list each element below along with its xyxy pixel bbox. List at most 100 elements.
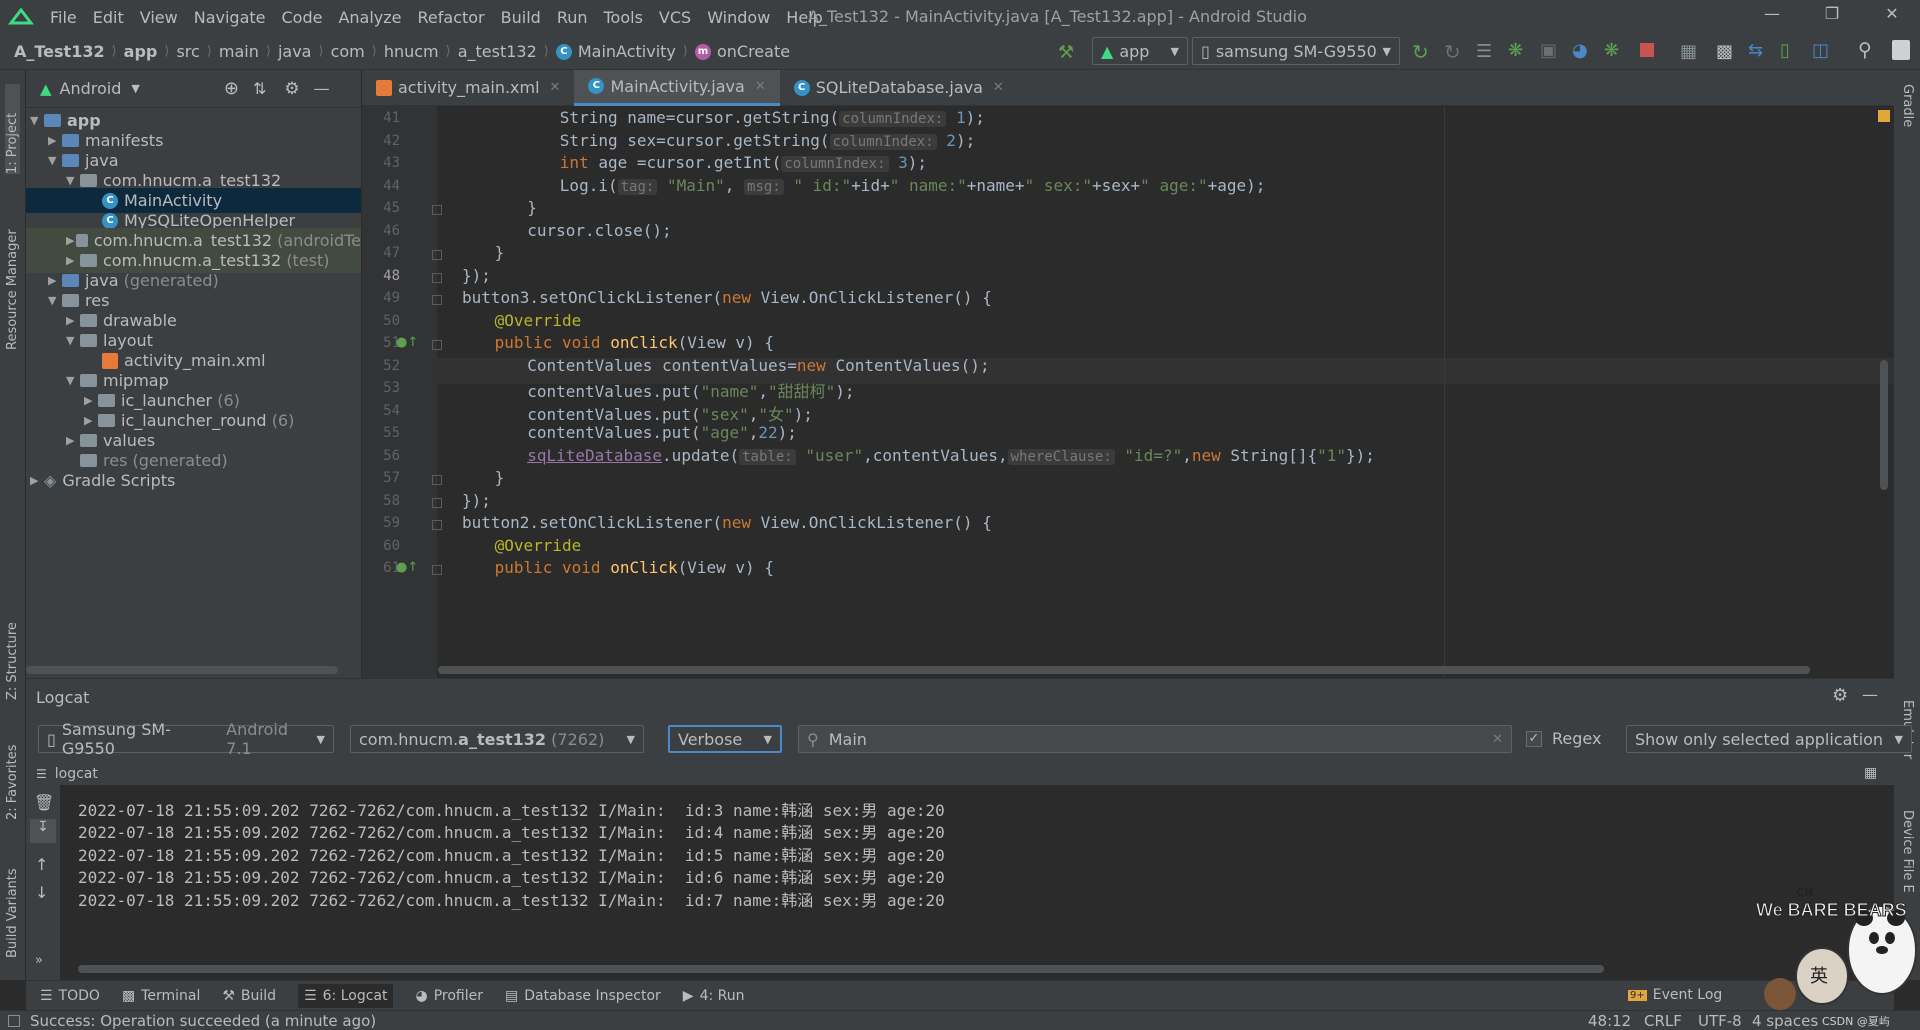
menu-run[interactable]: Run xyxy=(557,8,588,27)
close-tab-icon[interactable]: ✕ xyxy=(755,79,766,94)
code-line[interactable]: public void onClick(View v) { xyxy=(495,333,774,352)
bottom-tab-run[interactable]: ▶ 4: Run xyxy=(683,988,745,1004)
sync-gradle-icon[interactable]: ⇆ xyxy=(1748,40,1763,61)
up-arrow-icon[interactable]: ↑ xyxy=(35,855,48,874)
menu-window[interactable]: Window xyxy=(707,8,770,27)
layout-icon[interactable]: ▦ xyxy=(1864,765,1877,781)
device-select[interactable]: ▯ samsung SM-G9550 ▼ xyxy=(1192,37,1400,65)
menu-vcs[interactable]: VCS xyxy=(659,8,691,27)
regex-checkbox[interactable]: ✓ xyxy=(1526,731,1542,747)
code-line[interactable]: button3.setOnClickListener(new View.OnCl… xyxy=(462,288,992,307)
code-line[interactable]: contentValues.put("sex","女"); xyxy=(527,401,813,425)
file-encoding[interactable]: UTF-8 xyxy=(1698,1012,1742,1030)
code-line[interactable]: Log.i(tag: "Main", msg: " id:"+id+" name… xyxy=(560,176,1265,195)
gear-icon[interactable]: ⚙ xyxy=(1832,685,1848,706)
code-line[interactable]: @Override xyxy=(495,311,582,330)
menu-file[interactable]: File xyxy=(50,8,77,27)
bottom-tab-build[interactable]: ⚒ Build xyxy=(222,988,276,1004)
code-line[interactable]: } xyxy=(527,198,537,217)
clear-search-icon[interactable]: ✕ xyxy=(1492,732,1503,747)
logcat-search-field[interactable]: ⚲ Main ✕ xyxy=(798,725,1512,753)
close-window-button[interactable]: ✕ xyxy=(1872,4,1912,30)
avd-manager-icon[interactable]: ▩ xyxy=(1716,41,1733,62)
breadcrumb-src[interactable]: src xyxy=(176,42,199,61)
logcat-level-select[interactable]: Verbose ▼ xyxy=(668,725,782,753)
stop-icon[interactable] xyxy=(1640,43,1654,57)
sdk-manager-icon[interactable]: ◫ xyxy=(1812,40,1829,61)
hammer-build-icon[interactable]: ⚒ xyxy=(1058,42,1074,63)
logcat-stack-icon[interactable]: ☰ xyxy=(1476,41,1492,62)
tab-mainactivity-java[interactable]: C MainActivity.java ✕ xyxy=(574,69,780,106)
log-line[interactable]: 2022-07-18 21:55:09.202 7262-7262/com.hn… xyxy=(78,887,945,911)
breadcrumb-a-test132[interactable]: a_test132 xyxy=(458,42,537,61)
attach-process-icon[interactable]: ❋ xyxy=(1604,40,1619,61)
tool-tab-build-variants[interactable]: Build Variants xyxy=(5,848,20,958)
code-line[interactable]: cursor.close(); xyxy=(527,221,672,240)
breadcrumb-mainactivity[interactable]: MainActivity xyxy=(578,42,676,61)
log-line[interactable]: 2022-07-18 21:55:09.202 7262-7262/com.hn… xyxy=(78,864,945,888)
breadcrumb-java[interactable]: java xyxy=(278,42,312,61)
menu-build[interactable]: Build xyxy=(501,8,541,27)
bottom-tab-terminal[interactable]: ▩ Terminal xyxy=(122,988,200,1004)
code-line[interactable]: sqLiteDatabase.update(table: "user",cont… xyxy=(527,446,1375,465)
bottom-tab-database-inspector[interactable]: ▤ Database Inspector xyxy=(505,988,661,1004)
minimize-button[interactable]: — xyxy=(1752,4,1792,30)
menu-analyze[interactable]: Analyze xyxy=(338,8,401,27)
down-arrow-icon[interactable]: ↓ xyxy=(35,883,48,902)
menu-code[interactable]: Code xyxy=(282,8,323,27)
log-line[interactable]: 2022-07-18 21:55:09.202 7262-7262/com.hn… xyxy=(78,842,945,866)
code-line[interactable]: contentValues.put("name","甜甜柯"); xyxy=(527,378,854,402)
close-tab-icon[interactable]: ✕ xyxy=(993,80,1004,95)
code-line[interactable]: @Override xyxy=(495,536,582,555)
menu-navigate[interactable]: Navigate xyxy=(194,8,266,27)
code-editor[interactable]: activity_main.xml ✕ C MainActivity.java ✕ C… xyxy=(362,69,1894,678)
project-structure-icon[interactable]: ▦ xyxy=(1680,41,1697,62)
menu-tools[interactable]: Tools xyxy=(604,8,643,27)
code-line[interactable]: ContentValues contentValues=new ContentV… xyxy=(527,356,989,375)
logcat-process-select[interactable]: com.hnucm. a_test132 (7262) ▼ xyxy=(350,725,644,753)
tab-sqlitedatabase-java[interactable]: C SQLiteDatabase.java ✕ xyxy=(780,70,1018,106)
tree-item-gradle-scripts[interactable]: ▶ ◈ Gradle Scripts xyxy=(30,468,175,493)
indent-setting[interactable]: 4 spaces xyxy=(1752,1012,1818,1030)
hide-panel-icon[interactable]: — xyxy=(1862,685,1878,704)
device-manager-icon[interactable]: ▯ xyxy=(1780,40,1790,61)
bottom-tab-logcat[interactable]: ☰ 6: Logcat xyxy=(298,983,394,1008)
code-line[interactable]: String name=cursor.getString(columnIndex… xyxy=(560,108,985,127)
editor-hscrollbar[interactable] xyxy=(438,666,1810,674)
search-icon[interactable]: ⚲ xyxy=(1858,39,1872,61)
logcat-subtab[interactable]: logcat xyxy=(55,766,98,782)
project-scrollbar[interactable] xyxy=(26,666,338,674)
code-line[interactable]: } xyxy=(495,243,505,262)
menu-refactor[interactable]: Refactor xyxy=(418,8,485,27)
tool-tab-structure[interactable]: Z: Structure xyxy=(5,600,20,700)
code-line[interactable]: contentValues.put("age",22); xyxy=(527,423,797,442)
breadcrumb-project[interactable]: A_Test132 xyxy=(14,42,105,61)
breadcrumb-app[interactable]: app xyxy=(124,42,158,61)
attach-debugger-icon[interactable]: ▣ xyxy=(1540,40,1557,61)
gear-icon[interactable]: ⚙ xyxy=(284,79,299,99)
code-line[interactable]: public void onClick(View v) { xyxy=(495,558,774,577)
editor-vscrollbar[interactable] xyxy=(1880,360,1888,490)
user-icon[interactable] xyxy=(1892,40,1910,60)
logcat-filter-select[interactable]: Show only selected application ▼ xyxy=(1626,725,1912,753)
menu-edit[interactable]: Edit xyxy=(93,8,124,27)
bottom-tab-profiler[interactable]: ◕ Profiler xyxy=(415,988,483,1004)
restore-button[interactable]: ❐ xyxy=(1812,4,1852,30)
run-config-select[interactable]: ▲ app ▼ xyxy=(1092,37,1188,65)
code-line[interactable]: }); xyxy=(462,266,491,285)
tool-tab-favorites[interactable]: 2: Favorites xyxy=(5,720,20,820)
line-separator[interactable]: CRLF xyxy=(1644,1012,1682,1030)
scroll-to-end-icon[interactable]: ↧ xyxy=(30,819,56,843)
log-line[interactable]: 2022-07-18 21:55:09.202 7262-7262/com.hn… xyxy=(78,819,945,843)
hide-panel-icon[interactable]: — xyxy=(314,79,330,98)
code-line[interactable]: button2.setOnClickListener(new View.OnCl… xyxy=(462,513,992,532)
breadcrumb-oncreate[interactable]: onCreate xyxy=(717,42,790,61)
apply-code-changes-icon[interactable]: ↻ xyxy=(1444,40,1461,64)
apply-changes-icon[interactable]: ↻ xyxy=(1412,40,1429,64)
cursor-position[interactable]: 48:12 xyxy=(1588,1012,1631,1030)
code-line[interactable]: int age =cursor.getInt(columnIndex: 3); xyxy=(560,153,927,172)
tool-tab-gradle[interactable]: Gradle xyxy=(1900,84,1915,127)
event-log-button[interactable]: 9+ Event Log xyxy=(1628,987,1722,1003)
logcat-hscrollbar[interactable] xyxy=(78,965,1604,973)
code-line[interactable]: }); xyxy=(462,491,491,510)
